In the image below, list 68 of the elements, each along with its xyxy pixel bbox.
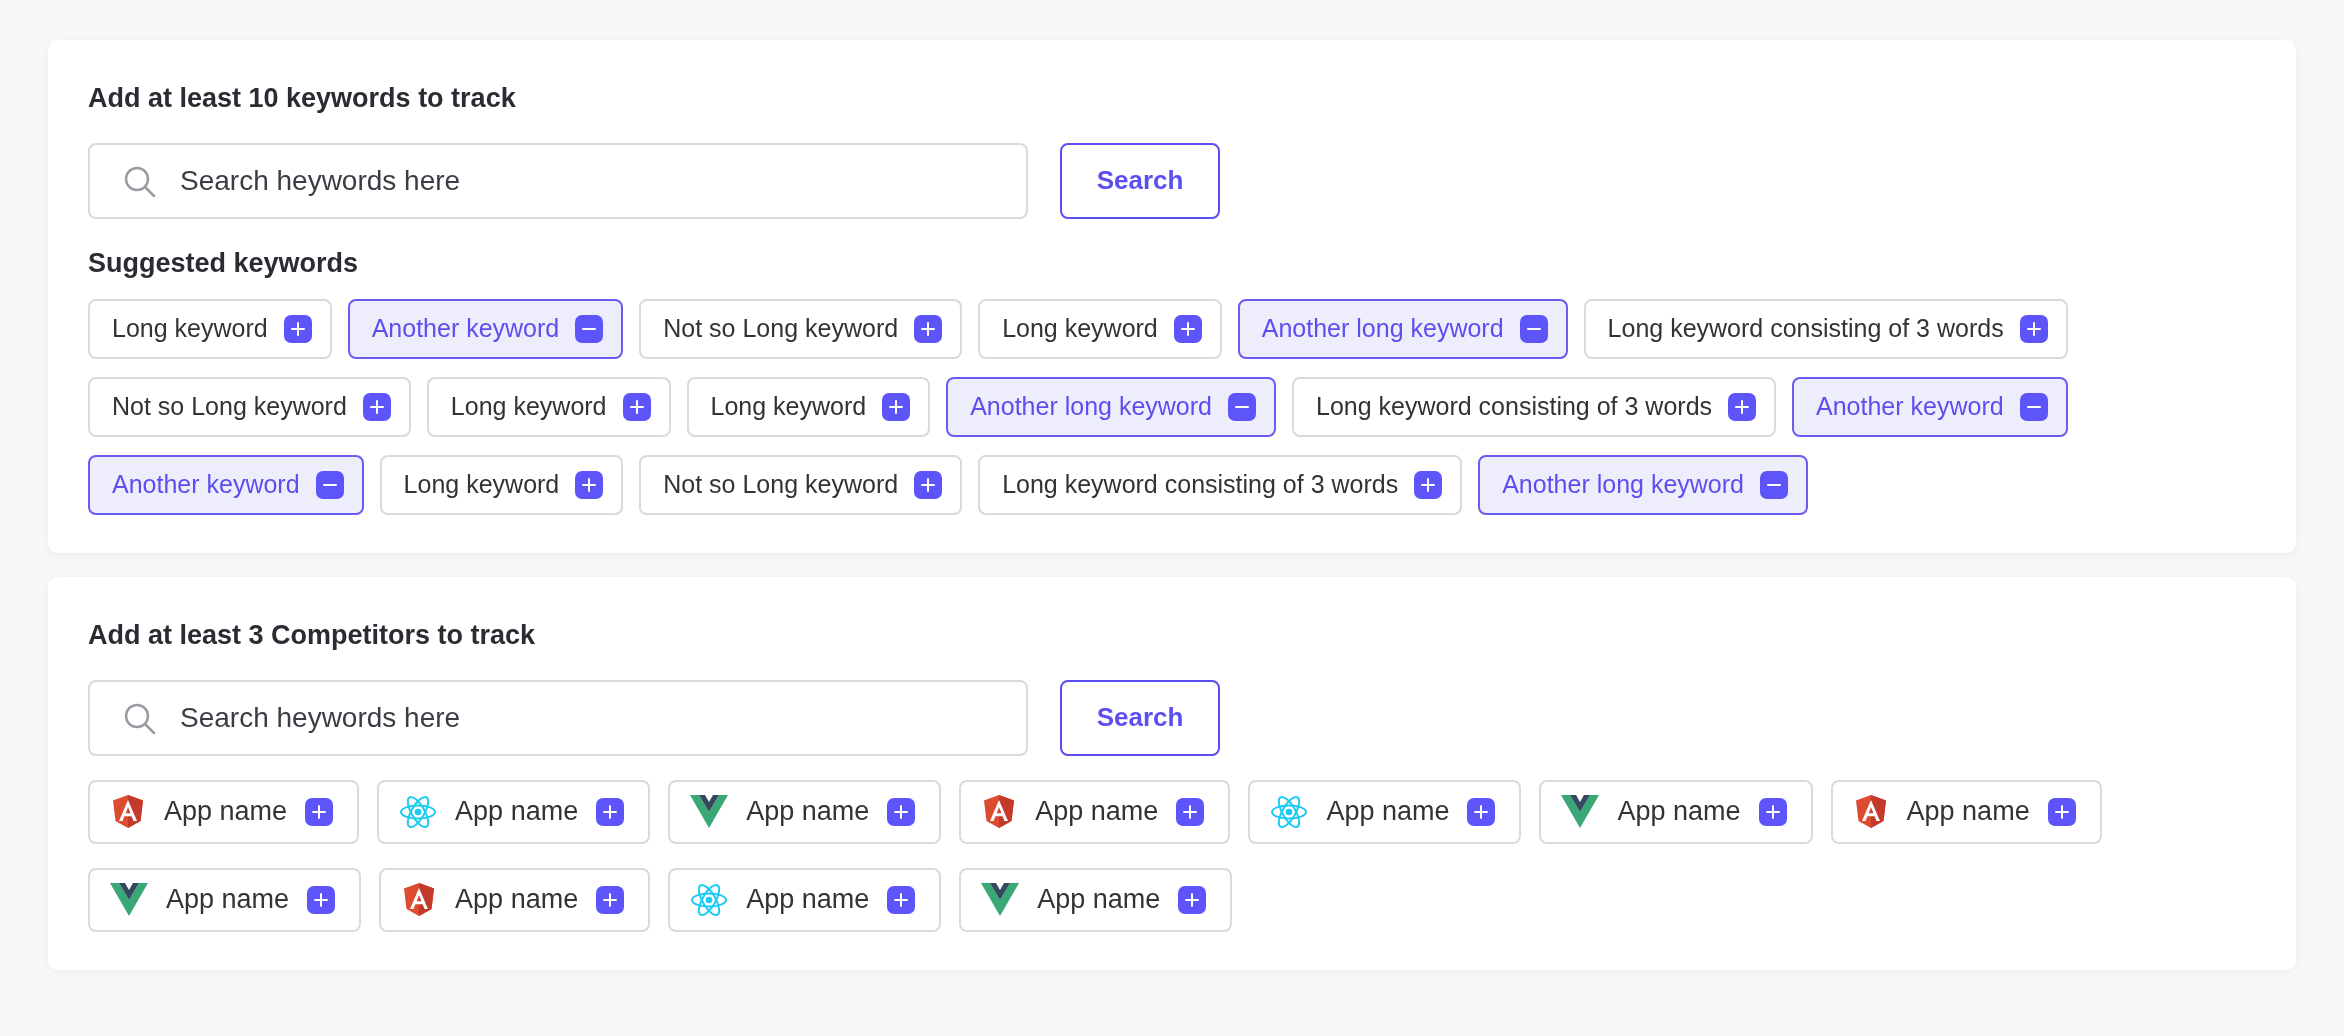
plus-icon <box>887 885 916 914</box>
app-chip[interactable]: App name <box>1248 779 1522 844</box>
plus-icon <box>307 885 336 914</box>
app-chip[interactable]: App name <box>379 867 651 932</box>
search-field[interactable]: Search heywords here <box>88 142 1028 219</box>
app-chip[interactable]: App name <box>668 779 942 844</box>
v-logo-icon <box>1561 795 1600 828</box>
card-title: Add at least 10 keywords to track <box>88 82 517 115</box>
shield-icon <box>110 793 146 830</box>
app-chip[interactable]: App name <box>959 867 1233 932</box>
v-logo-icon <box>690 795 729 828</box>
keyword-chip[interactable]: Long keyword <box>978 299 1222 359</box>
keyword-chip[interactable]: Not so Long keyword <box>88 377 411 437</box>
keyword-chip[interactable]: Not so Long keyword <box>639 455 963 515</box>
keyword-chip[interactable]: Not so Long keyword <box>639 299 963 359</box>
minus-icon <box>1228 393 1256 421</box>
keyword-chip[interactable]: Another long keyword <box>1478 455 1808 515</box>
app-chip[interactable]: App name <box>1830 779 2102 844</box>
plus-icon <box>305 797 334 826</box>
section-title: Suggested keywords <box>88 246 360 280</box>
plus-icon <box>596 797 625 826</box>
card-title: Add at least 3 Competitors to track <box>88 619 537 652</box>
plus-icon <box>914 315 943 343</box>
keyword-chip[interactable]: Another long keyword <box>1237 299 1568 359</box>
keyword-chip[interactable]: Long keyword consisting of 3 words <box>1583 299 2068 359</box>
plus-icon <box>362 393 391 421</box>
plus-icon <box>914 471 943 499</box>
keyword-chip[interactable]: Long keyword consisting of 3 words <box>1292 377 1777 437</box>
app-chip[interactable]: App name <box>377 779 651 844</box>
minus-icon <box>315 471 344 499</box>
keyword-chip[interactable]: Long keyword <box>88 299 332 359</box>
plus-icon <box>1178 885 1207 914</box>
plus-icon <box>2019 315 2048 343</box>
plus-icon <box>882 393 911 421</box>
app-chip[interactable]: App name <box>88 779 360 844</box>
app-chip[interactable]: App name <box>959 779 1231 844</box>
plus-icon <box>596 885 625 914</box>
app-chip[interactable]: App name <box>668 867 942 932</box>
keyword-chip[interactable]: Long keyword <box>379 455 624 515</box>
v-logo-icon <box>110 883 148 916</box>
minus-icon <box>575 315 604 343</box>
app-chip[interactable]: App name <box>1539 779 1813 844</box>
plus-icon <box>1728 393 1757 421</box>
plus-icon <box>887 797 916 826</box>
plus-icon <box>1414 471 1443 499</box>
plus-icon <box>283 315 312 343</box>
search-field[interactable]: Search heywords here <box>88 679 1028 756</box>
keyword-chip[interactable]: Another keyword <box>88 455 364 515</box>
plus-icon <box>1758 797 1787 826</box>
keyword-chip[interactable]: Long keyword <box>426 377 671 437</box>
app-chip[interactable]: App name <box>88 867 362 932</box>
minus-icon <box>1519 315 1548 343</box>
search-button[interactable]: Search <box>1060 142 1220 219</box>
minus-icon <box>1760 471 1788 499</box>
search-button[interactable]: Search <box>1060 679 1220 756</box>
plus-icon <box>1173 315 1202 343</box>
keyword-chip[interactable]: Another long keyword <box>946 377 1276 437</box>
plus-icon <box>575 471 604 499</box>
keyword-chip[interactable]: Another keyword <box>347 299 624 359</box>
plus-icon <box>622 393 651 421</box>
plus-icon <box>1467 797 1496 826</box>
v-logo-icon <box>981 883 1020 916</box>
plus-icon <box>2047 797 2076 826</box>
minus-icon <box>2019 393 2048 421</box>
keyword-chip[interactable]: Long keyword <box>686 377 931 437</box>
keyword-chip[interactable]: Another keyword <box>1792 377 2068 437</box>
plus-icon <box>1176 797 1205 826</box>
keyword-chip[interactable]: Long keyword consisting of 3 words <box>978 455 1463 515</box>
